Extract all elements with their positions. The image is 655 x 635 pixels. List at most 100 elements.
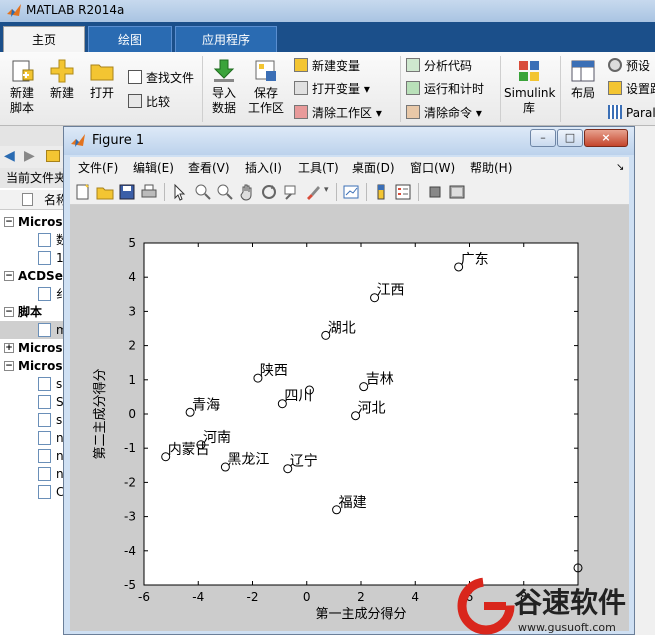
data-cursor-icon[interactable] [282,183,300,201]
matlab-logo-icon [7,4,21,17]
zoom-out-icon[interactable] [216,183,234,201]
menu-tools[interactable]: 工具(T) [298,160,339,176]
minimize-button[interactable]: – [530,129,556,147]
watermark-brand: 谷速软件 [514,586,626,619]
tab-home[interactable]: 主页 [3,26,85,52]
file-icon [38,233,51,247]
list-item[interactable]: n [0,465,63,483]
menu-file[interactable]: 文件(F) [78,160,118,176]
pan-hand-icon[interactable] [238,183,256,201]
x-tick-label: 4 [411,590,419,604]
list-item[interactable]: S [0,393,63,411]
menu-insert[interactable]: 插入(I) [245,160,282,176]
list-item[interactable]: −Microso [0,213,63,231]
new-script-button[interactable]: 新建 脚本 [4,58,40,116]
tab-plots[interactable]: 绘图 [88,26,172,52]
chevron-down-icon[interactable]: ▾ [324,185,329,195]
list-item[interactable]: m [0,321,63,339]
open-button[interactable]: 打开 [84,58,120,101]
list-item[interactable]: + Microso [0,339,63,357]
set-path-button[interactable]: 设置路 [608,81,655,97]
simulink-library-button[interactable]: Simulink 库 [504,58,555,116]
gear-icon [608,58,622,72]
list-item[interactable]: n [0,429,63,447]
colorbar-icon[interactable] [372,183,390,201]
menu-help[interactable]: 帮助(H) [470,160,512,176]
compare-button[interactable]: 比较 [128,94,170,110]
x-tick-label: 2 [357,590,365,604]
rotate-3d-icon[interactable] [260,183,278,201]
restore-button[interactable]: □ [557,129,583,147]
preferences-button[interactable]: 预设 [608,58,650,74]
expand-icon[interactable]: + [4,343,14,353]
menu-edit[interactable]: 编辑(E) [133,160,174,176]
group-label: Microso [18,215,63,229]
close-button[interactable]: × [584,129,628,147]
new-figure-icon[interactable] [74,183,92,201]
collapse-icon[interactable]: − [4,307,14,317]
figure-window: Figure 1 – □ × 文件(F) 编辑(E) 查看(V) 插入(I) 工… [63,126,635,635]
analyze-code-button[interactable]: 分析代码 [406,58,472,74]
address-bar: ◀ ▶ [0,146,64,168]
collapse-icon[interactable]: − [4,361,14,371]
y-tick-label: -5 [124,578,136,592]
new-variable-button[interactable]: 新建变量 [294,58,360,74]
tab-apps[interactable]: 应用程序 [175,26,277,52]
forward-arrow-icon[interactable]: ▶ [24,148,35,164]
run-and-time-button[interactable]: 运行和计时 [406,81,484,97]
brush-icon[interactable] [304,183,322,201]
clear-commands-button[interactable]: 清除命令 ▾ [406,105,482,121]
link-plot-icon[interactable] [342,183,360,201]
data-point-label: 湖北 [328,320,356,336]
back-arrow-icon[interactable]: ◀ [4,148,15,164]
print-icon[interactable] [140,183,158,201]
legend-icon[interactable] [394,183,412,201]
menu-window[interactable]: 窗口(W) [410,160,455,176]
list-item[interactable]: − 脚本 [0,303,63,321]
list-item[interactable]: n [0,447,63,465]
import-data-button[interactable]: 导入 数据 [206,58,242,116]
save-workspace-button[interactable]: 保存 工作区 [246,58,286,116]
folder-icon[interactable] [46,150,60,162]
list-item[interactable]: s [0,375,63,393]
show-plot-tools-icon[interactable] [448,183,466,201]
y-tick-label: -4 [124,544,136,558]
zoom-in-icon[interactable] [194,183,212,201]
name-column-header[interactable]: 名称 [0,190,63,210]
menu-desktop[interactable]: 桌面(D) [352,160,395,176]
y-tick-label: -2 [124,475,136,489]
y-tick-label: 1 [128,373,136,387]
new-variable-icon [294,58,308,72]
pointer-arrow-icon[interactable] [170,183,188,201]
open-file-icon[interactable] [96,183,114,201]
matlab-logo-icon [71,134,85,147]
list-item[interactable]: s [0,411,63,429]
collapse-icon[interactable]: − [4,217,14,227]
parallel-button[interactable]: Paral [608,105,655,121]
ribbon-separator [500,56,501,122]
list-item[interactable]: 数 [0,231,63,249]
menu-dock-arrow-icon[interactable]: ↘ [616,160,624,176]
y-tick-label: -1 [124,441,136,455]
new-button[interactable]: 新建 [46,58,78,101]
save-workspace-icon [255,60,276,81]
find-files-button[interactable]: 查找文件 [128,70,194,86]
list-item[interactable]: 纟 [0,285,63,303]
save-icon[interactable] [118,183,136,201]
ribbon-separator [560,56,561,122]
list-item[interactable]: −Microso [0,357,63,375]
data-point-label: 陕西 [260,363,288,379]
menu-view[interactable]: 查看(V) [188,160,230,176]
list-item[interactable]: −ACDSee [0,267,63,285]
analyze-code-icon [406,58,420,72]
open-variable-button[interactable]: 打开变量 ▾ [294,81,370,97]
list-item[interactable]: C [0,483,63,501]
import-data-icon [213,59,235,82]
collapse-icon[interactable]: − [4,271,14,281]
toolbar-separator [336,183,337,201]
y-axis-label: 第二主成分得分 [92,368,108,459]
layout-button[interactable]: 布局 [564,58,602,101]
hide-plot-tools-icon[interactable] [426,183,444,201]
clear-workspace-button[interactable]: 清除工作区 ▾ [294,105,382,121]
list-item[interactable]: 1 [0,249,63,267]
